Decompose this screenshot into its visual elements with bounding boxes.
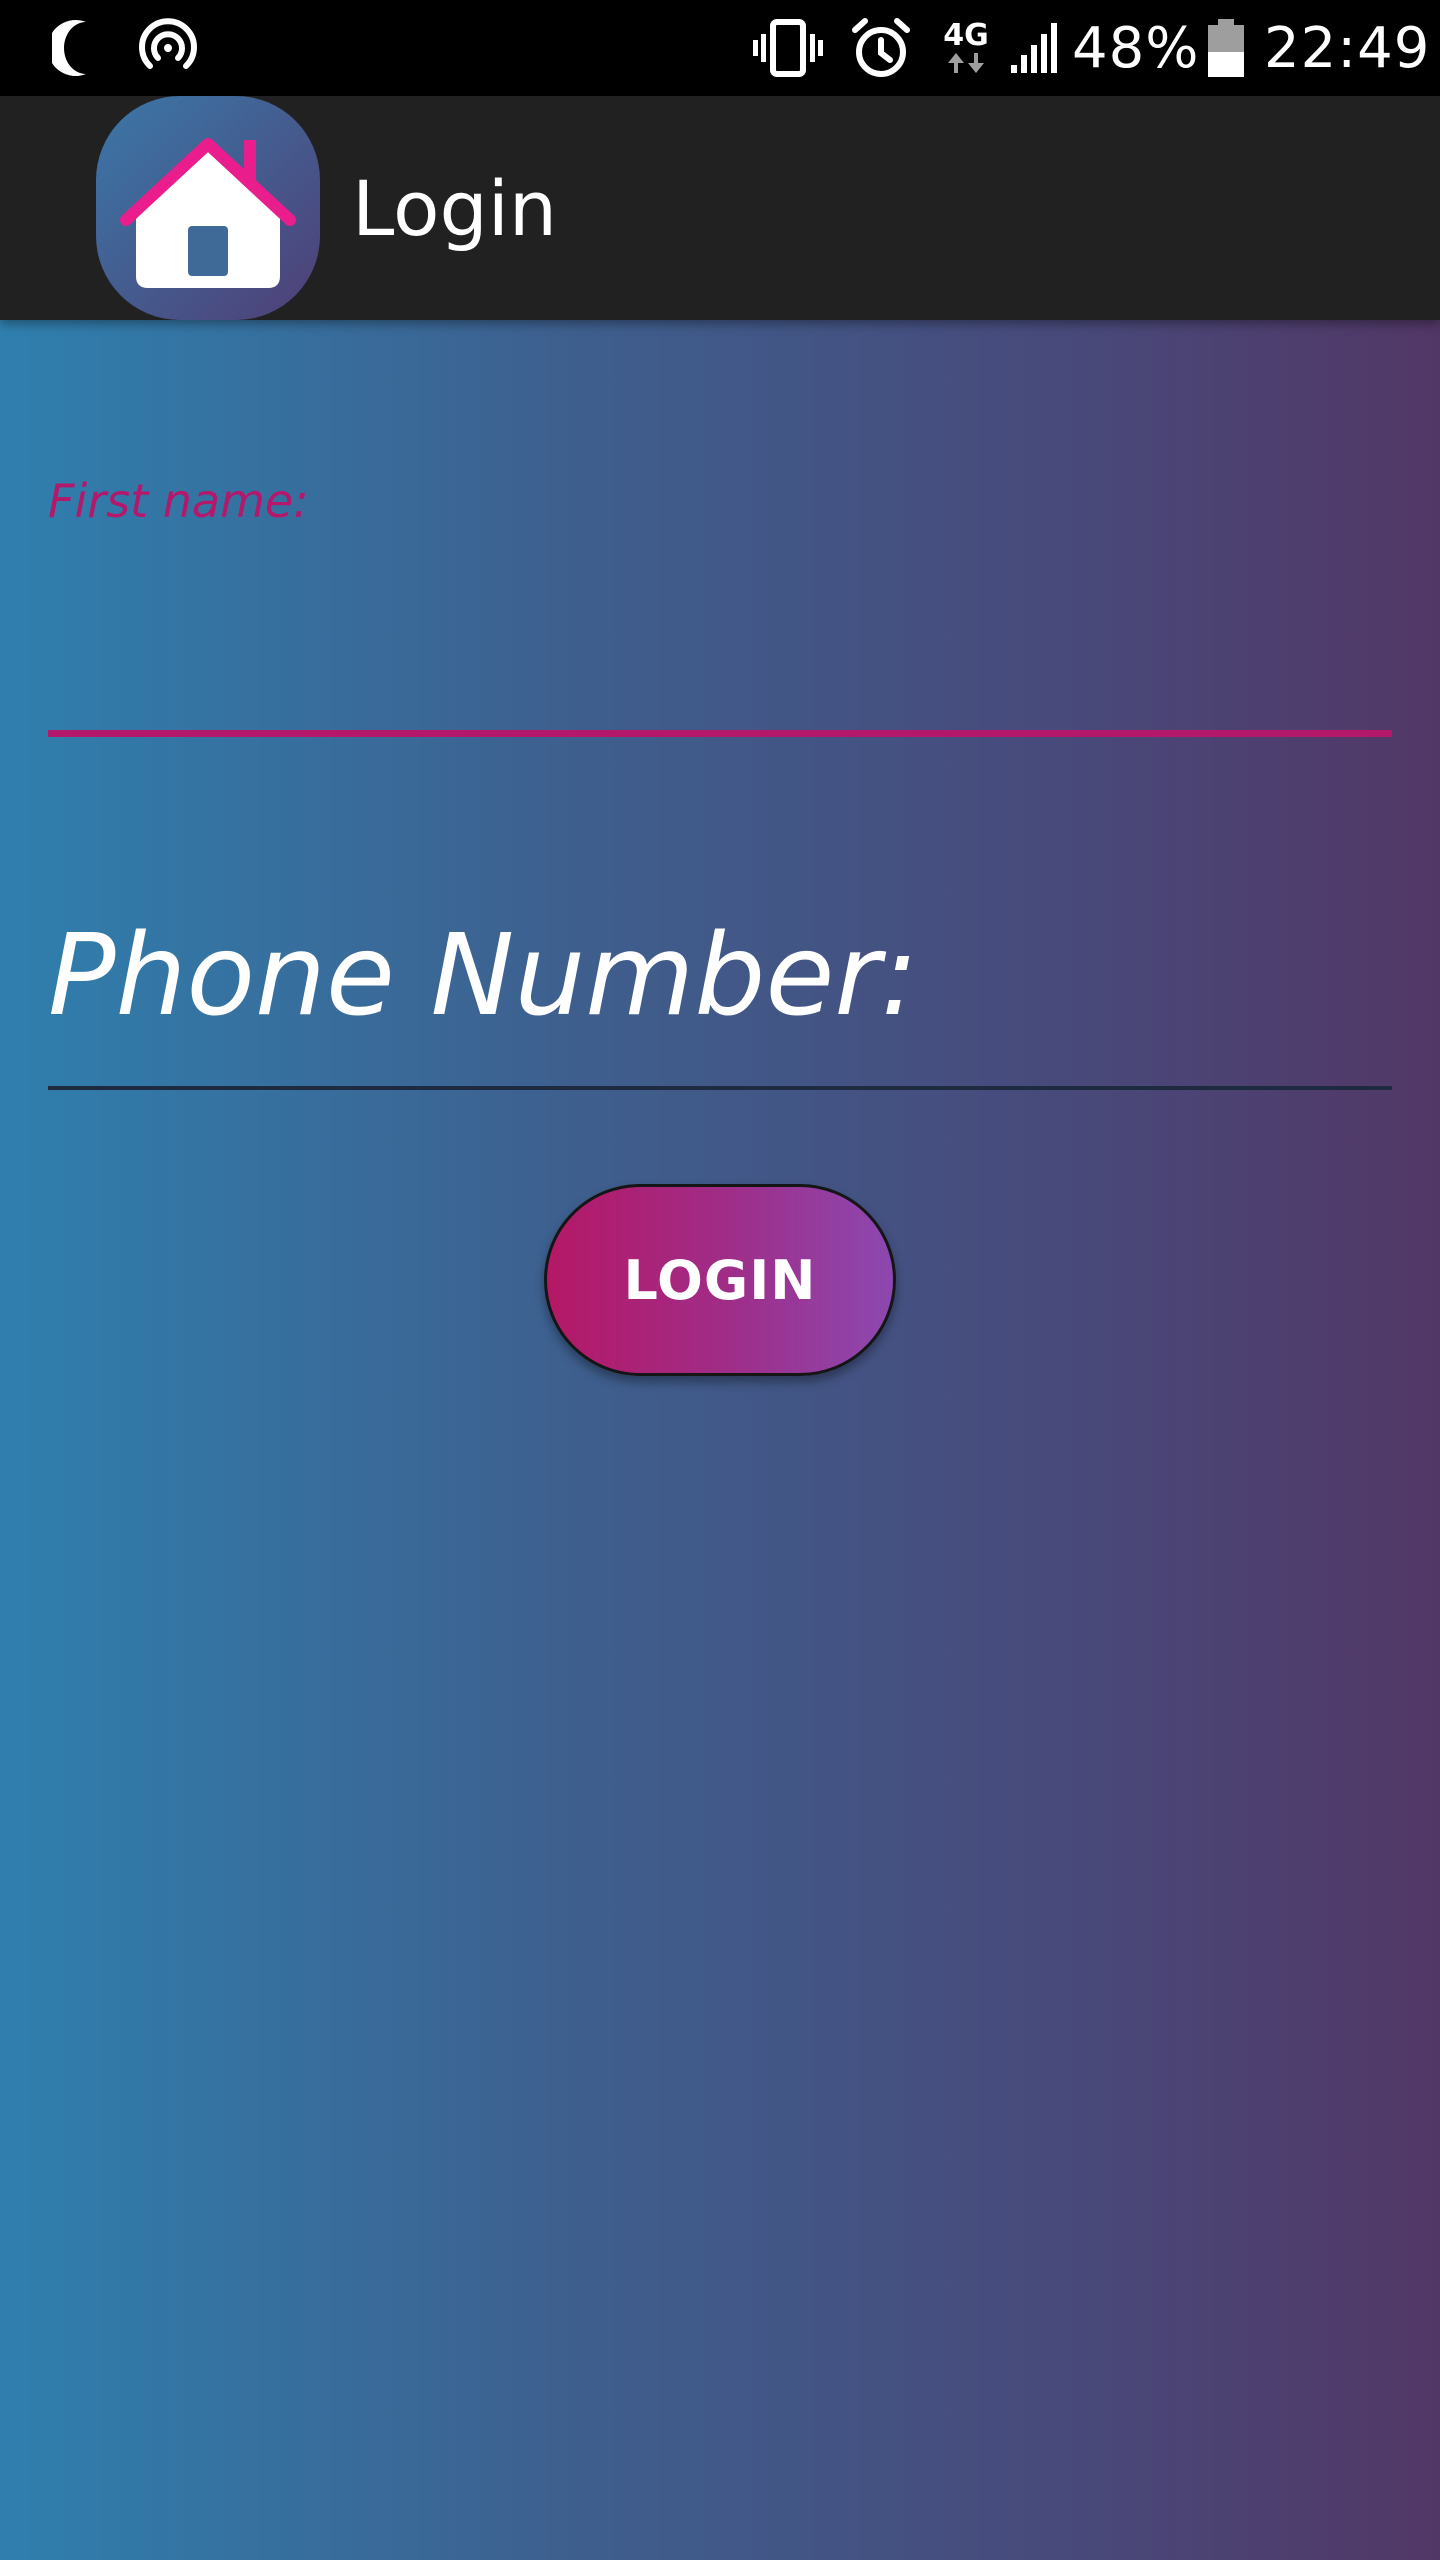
signal-icon [1006, 0, 1062, 96]
app-bar: Login [0, 96, 1440, 320]
first-name-field[interactable] [48, 560, 1392, 737]
phone-number-field[interactable]: Phone Number: [48, 900, 1392, 1090]
page-title: Login [352, 163, 558, 253]
first-name-label: First name: [48, 474, 309, 528]
moon-icon [48, 0, 104, 96]
network-4g-icon: 4G [936, 0, 996, 96]
clock-time: 22:49 [1264, 15, 1431, 81]
vibrate-icon [748, 0, 828, 96]
network-type: 4G [943, 18, 989, 53]
battery-icon [1202, 0, 1250, 96]
login-button[interactable]: LOGIN [544, 1184, 896, 1376]
home-icon [96, 96, 320, 320]
status-bar: 4G 48% 22:49 [0, 0, 1440, 96]
battery-percent: 48% [1072, 15, 1200, 81]
phone-number-placeholder: Phone Number: [48, 911, 919, 1041]
hotspot-icon [132, 0, 204, 96]
alarm-icon [846, 0, 916, 96]
